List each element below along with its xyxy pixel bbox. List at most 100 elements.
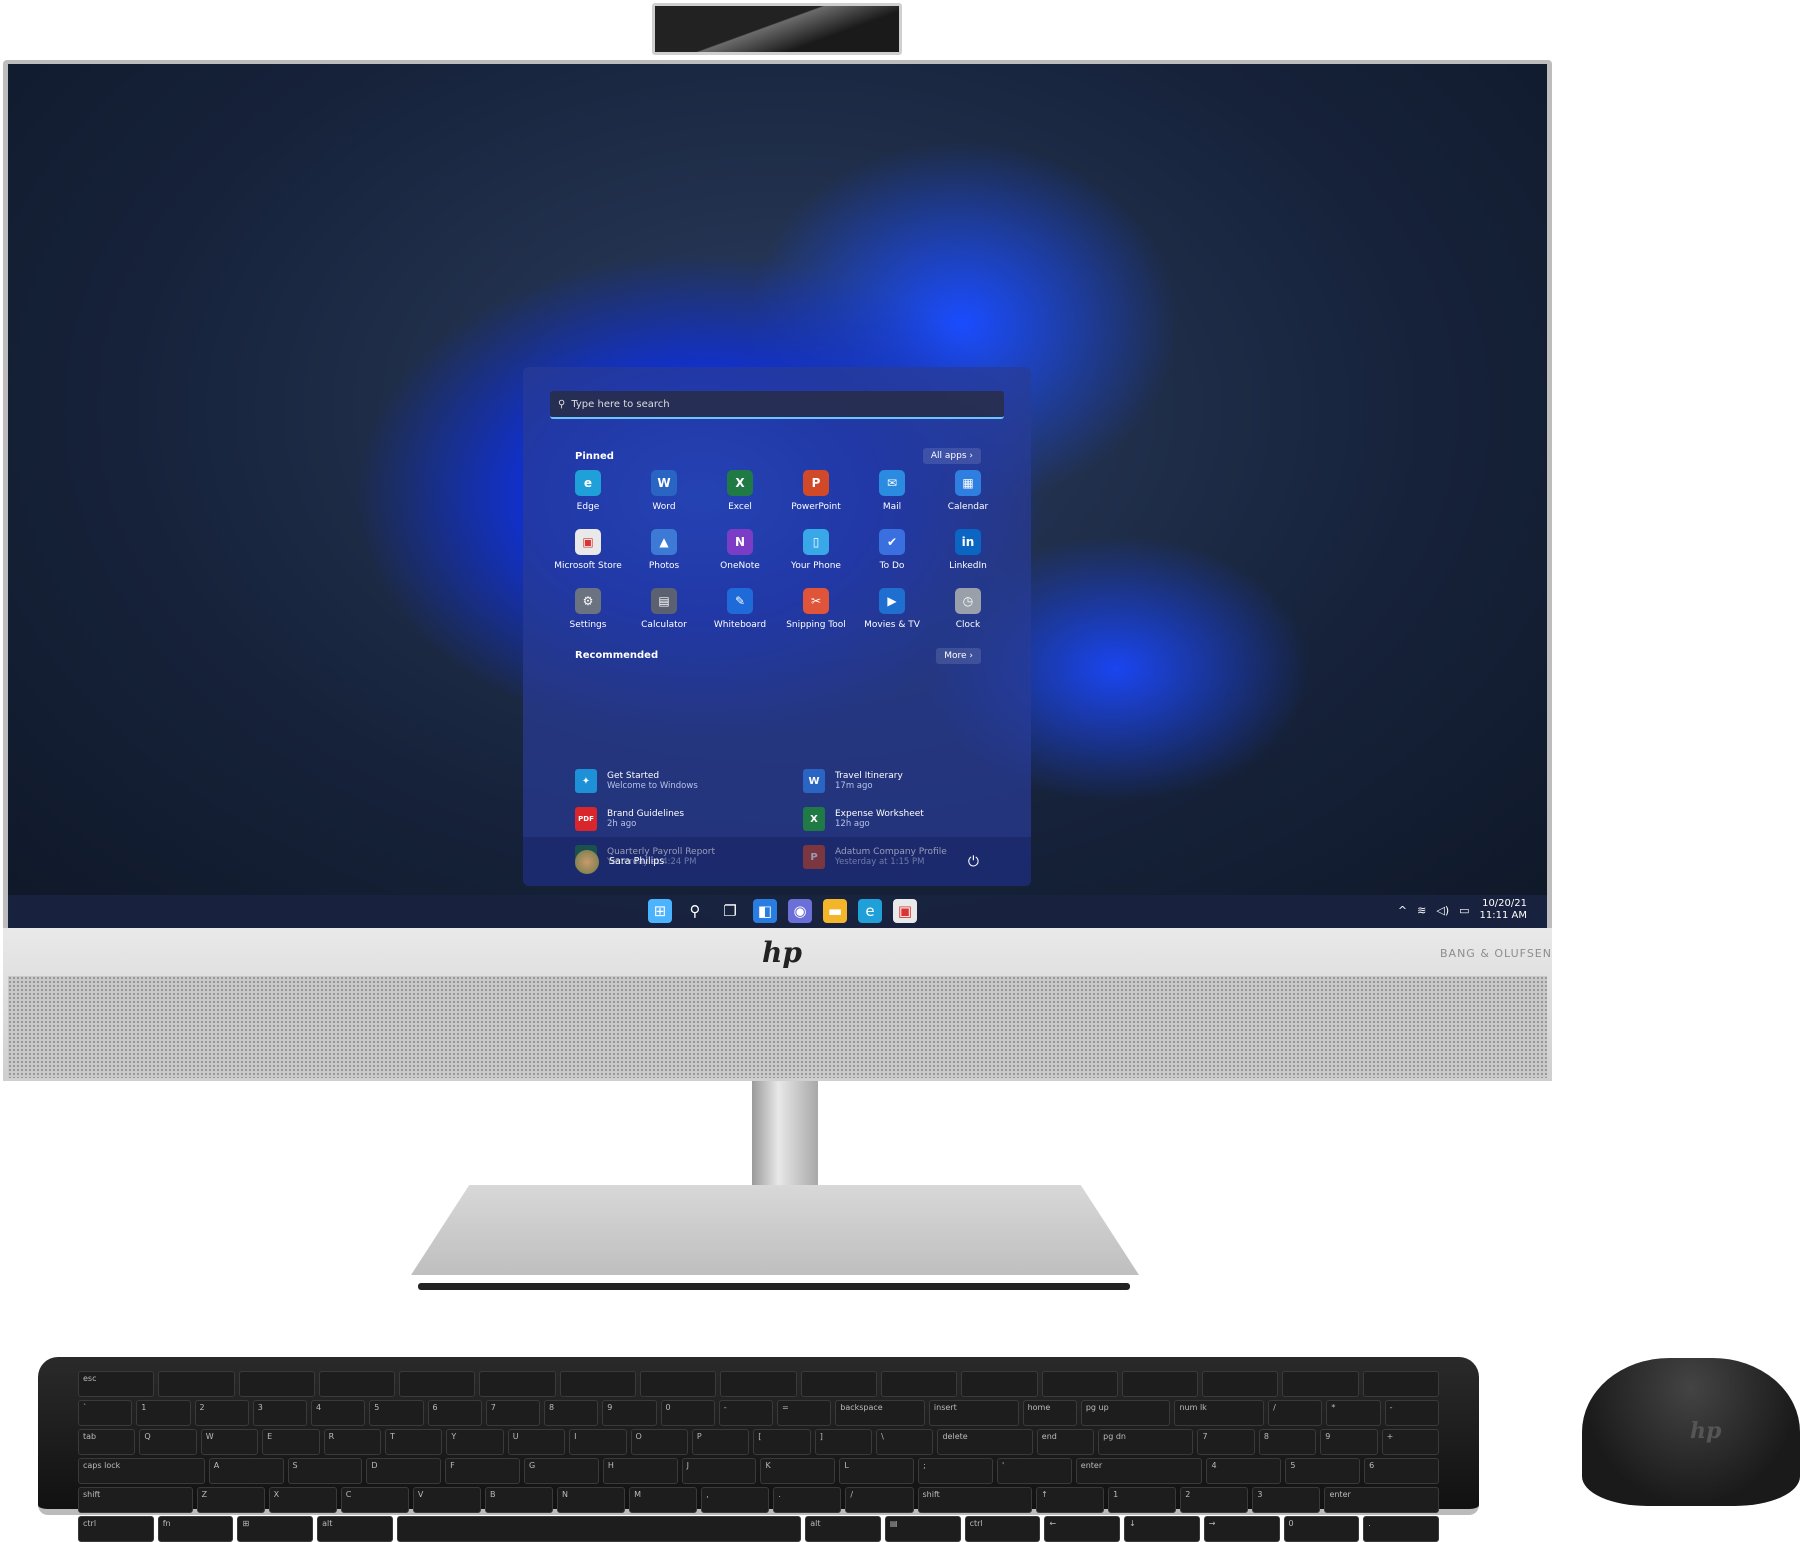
key[interactable]: 9 [1320, 1429, 1378, 1455]
key[interactable]: ` [78, 1400, 133, 1426]
all-apps-button[interactable]: All apps › [922, 448, 981, 464]
recommended-item[interactable]: ✦ Get Started Welcome to Windows [575, 769, 803, 793]
key[interactable]: = [777, 1400, 832, 1426]
key[interactable] [720, 1371, 797, 1397]
recommended-item[interactable]: W Travel Itinerary 17m ago [803, 769, 995, 793]
key[interactable]: 4 [311, 1400, 366, 1426]
pinned-app-onenote[interactable]: N OneNote [702, 529, 778, 571]
key[interactable] [559, 1371, 637, 1397]
pinned-app-your-phone[interactable]: ▯ Your Phone [778, 529, 854, 571]
recommended-item[interactable]: PDF Brand Guidelines 2h ago [575, 807, 803, 831]
pinned-app-photos[interactable]: ▲ Photos [626, 529, 702, 571]
key[interactable]: + [1381, 1429, 1440, 1455]
pinned-app-mail[interactable]: ✉ Mail [854, 470, 930, 512]
recommended-item[interactable]: X Expense Worksheet 12h ago [803, 807, 995, 831]
key[interactable]: 1 [136, 1400, 191, 1426]
search-icon[interactable]: ⚲ [683, 899, 707, 923]
key[interactable]: home [1022, 1400, 1077, 1426]
key[interactable]: U [507, 1429, 566, 1455]
key[interactable]: pg up [1080, 1400, 1171, 1426]
pinned-app-whiteboard[interactable]: ✎ Whiteboard [702, 588, 778, 630]
pinned-app-calculator[interactable]: ▤ Calculator [626, 588, 702, 630]
key[interactable] [318, 1371, 396, 1397]
more-button[interactable]: More › [936, 648, 981, 664]
key[interactable]: end [1036, 1429, 1095, 1455]
key[interactable]: backspace [835, 1400, 925, 1426]
key[interactable]: 1 [1108, 1487, 1177, 1513]
key[interactable]: K [760, 1458, 836, 1484]
pinned-app-powerpoint[interactable]: P PowerPoint [778, 470, 854, 512]
pinned-app-edge[interactable]: e Edge [550, 470, 626, 512]
key[interactable]: 6 [427, 1400, 482, 1426]
pinned-app-linkedin[interactable]: in LinkedIn [930, 529, 1006, 571]
key[interactable] [640, 1371, 717, 1397]
key[interactable] [1202, 1371, 1279, 1397]
chevron-up-icon[interactable]: ^ [1398, 904, 1407, 917]
key[interactable]: 3 [1252, 1487, 1321, 1513]
edge-icon[interactable]: e [858, 899, 882, 923]
pinned-app-snipping-tool[interactable]: ✂ Snipping Tool [778, 588, 854, 630]
key[interactable]: X [268, 1487, 337, 1513]
key[interactable]: C [340, 1487, 409, 1513]
key[interactable]: V [412, 1487, 481, 1513]
key[interactable]: 2 [1180, 1487, 1249, 1513]
key[interactable]: . [773, 1487, 842, 1513]
key[interactable] [880, 1371, 958, 1397]
key[interactable]: - [718, 1400, 773, 1426]
key[interactable]: Y [446, 1429, 504, 1455]
volume-icon[interactable]: ◁) [1436, 904, 1449, 917]
key[interactable]: Z [196, 1487, 265, 1513]
key[interactable]: 9 [602, 1400, 657, 1426]
key[interactable]: , [701, 1487, 770, 1513]
key[interactable]: R [323, 1429, 381, 1455]
pinned-app-calendar[interactable]: ▦ Calendar [930, 470, 1006, 512]
key[interactable]: delete [937, 1429, 1033, 1455]
key[interactable]: L [839, 1458, 915, 1484]
avatar[interactable] [575, 849, 599, 874]
key[interactable]: / [845, 1487, 914, 1513]
key[interactable]: Q [139, 1429, 197, 1455]
key[interactable]: \ [876, 1429, 934, 1455]
key[interactable]: T [384, 1429, 443, 1455]
key[interactable]: esc [78, 1371, 155, 1397]
key[interactable]: 8 [1258, 1429, 1317, 1455]
key[interactable]: 5 [369, 1400, 424, 1426]
key[interactable] [399, 1371, 476, 1397]
key[interactable]: ↑ [1036, 1487, 1105, 1513]
key[interactable] [479, 1371, 556, 1397]
teams-chat-icon[interactable]: ◉ [788, 899, 812, 923]
pinned-app-word[interactable]: W Word [626, 470, 702, 512]
store-icon[interactable]: ▣ [893, 899, 917, 923]
key[interactable] [1121, 1371, 1199, 1397]
key[interactable] [238, 1371, 315, 1397]
key[interactable] [1362, 1371, 1440, 1397]
pinned-app-excel[interactable]: X Excel [702, 470, 778, 512]
key[interactable]: H [602, 1458, 678, 1484]
pinned-app-movies-tv[interactable]: ▶ Movies & TV [854, 588, 930, 630]
key[interactable]: M [629, 1487, 698, 1513]
widgets-icon[interactable]: ◧ [753, 899, 777, 923]
key[interactable]: [ [753, 1429, 811, 1455]
key[interactable]: ] [814, 1429, 873, 1455]
key[interactable]: D [366, 1458, 442, 1484]
pinned-app-settings[interactable]: ⚙ Settings [550, 588, 626, 630]
key[interactable]: enter [1075, 1458, 1203, 1484]
key[interactable]: num lk [1174, 1400, 1265, 1426]
start-icon[interactable]: ⊞ [648, 899, 672, 923]
key[interactable]: N [557, 1487, 626, 1513]
start-search-input[interactable]: ⚲ Type here to search [550, 391, 1004, 419]
key[interactable]: insert [928, 1400, 1019, 1426]
key[interactable]: B [484, 1487, 554, 1513]
key[interactable] [1041, 1371, 1118, 1397]
key[interactable]: W [200, 1429, 259, 1455]
key[interactable]: E [262, 1429, 320, 1455]
key[interactable] [961, 1371, 1038, 1397]
key[interactable] [800, 1371, 877, 1397]
task-view-icon[interactable]: ❐ [718, 899, 742, 923]
key[interactable]: ' [996, 1458, 1072, 1484]
wifi-icon[interactable]: ≋ [1417, 904, 1426, 917]
key[interactable]: 0 [660, 1400, 715, 1426]
key[interactable]: 3 [252, 1400, 307, 1426]
key[interactable]: 7 [485, 1400, 540, 1426]
key[interactable]: enter [1324, 1487, 1439, 1513]
